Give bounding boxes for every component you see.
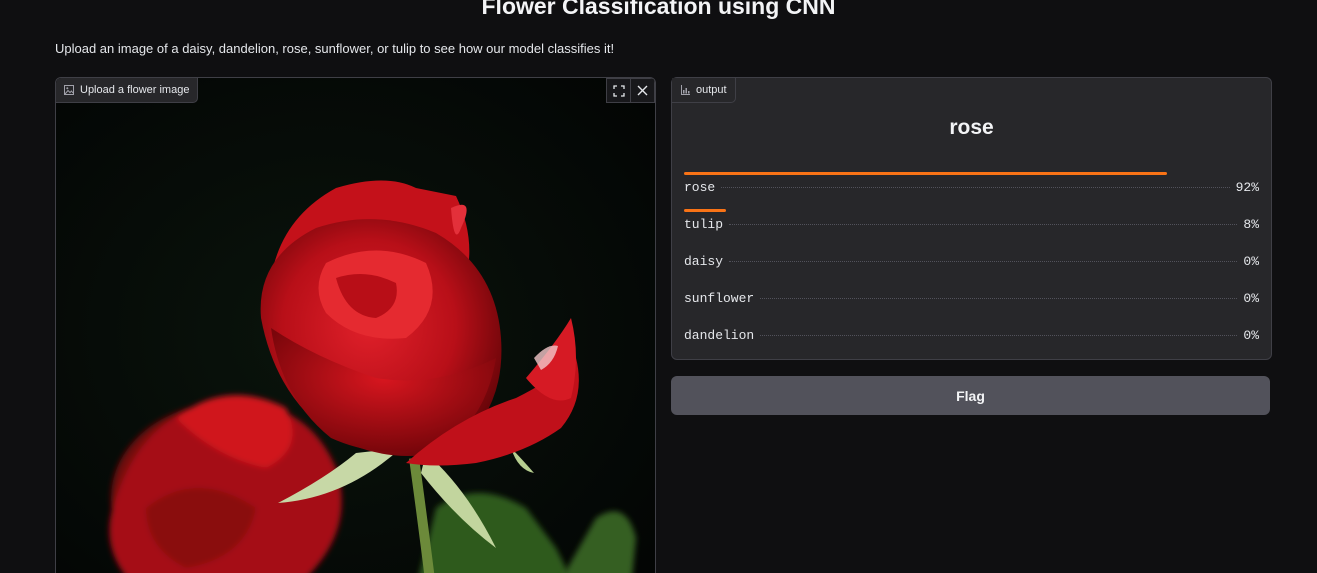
output-panel: output rose rose 92% tulip 8% daisy 0% sunflow… — [671, 77, 1272, 360]
confidence-value: 0% — [1243, 291, 1259, 306]
confidence-row: daisy 0% — [684, 246, 1259, 283]
confidence-line: dandelion 0% — [684, 328, 1259, 343]
confidence-label: rose — [684, 180, 716, 195]
bar-chart-icon — [680, 85, 690, 95]
confidence-line: sunflower 0% — [684, 291, 1259, 306]
fullscreen-button[interactable] — [606, 78, 631, 103]
confidence-label: tulip — [684, 217, 724, 232]
confidence-row: tulip 8% — [684, 209, 1259, 246]
uploaded-rose-image — [56, 78, 655, 573]
image-input-label-text: Upload a flower image — [80, 84, 190, 96]
predicted-class: rose — [949, 116, 994, 139]
confidence-line: tulip 8% — [684, 217, 1259, 232]
confidence-label: daisy — [684, 254, 724, 269]
image-input-label: Upload a flower image — [56, 78, 199, 103]
fullscreen-icon — [612, 84, 625, 97]
confidence-label: dandelion — [684, 328, 755, 343]
confidence-row: dandelion 0% — [684, 320, 1259, 357]
leader-dots — [729, 261, 1238, 262]
confidence-value: 0% — [1243, 254, 1259, 269]
confidence-line: daisy 0% — [684, 254, 1259, 269]
clear-image-button[interactable] — [631, 78, 655, 103]
flag-button[interactable]: Flag — [671, 376, 1270, 415]
image-icon — [64, 85, 74, 95]
close-icon — [637, 85, 648, 96]
confidence-row: sunflower 0% — [684, 283, 1259, 320]
leader-dots — [721, 187, 1230, 188]
confidence-line: rose 92% — [684, 180, 1259, 195]
output-label: output — [672, 78, 736, 103]
leader-dots — [760, 298, 1238, 299]
confidence-row: rose 92% — [684, 172, 1259, 209]
image-upload-panel[interactable]: Upload a flower image — [55, 77, 656, 573]
page-description: Upload an image of a daisy, dandelion, r… — [55, 41, 615, 56]
confidence-value: 8% — [1243, 217, 1259, 232]
leader-dots — [760, 335, 1238, 336]
confidence-list: rose 92% tulip 8% daisy 0% sunflower 0% dandelio… — [684, 172, 1259, 357]
confidence-label: sunflower — [684, 291, 755, 306]
confidence-value: 0% — [1243, 328, 1259, 343]
app-page: Flower Classification using CNN Upload a… — [0, 0, 1317, 573]
confidence-bar — [684, 209, 726, 212]
output-label-text: output — [696, 84, 727, 96]
page-title: Flower Classification using CNN — [481, 0, 836, 19]
confidence-bar — [684, 172, 1167, 175]
confidence-value: 92% — [1235, 180, 1259, 195]
leader-dots — [729, 224, 1238, 225]
